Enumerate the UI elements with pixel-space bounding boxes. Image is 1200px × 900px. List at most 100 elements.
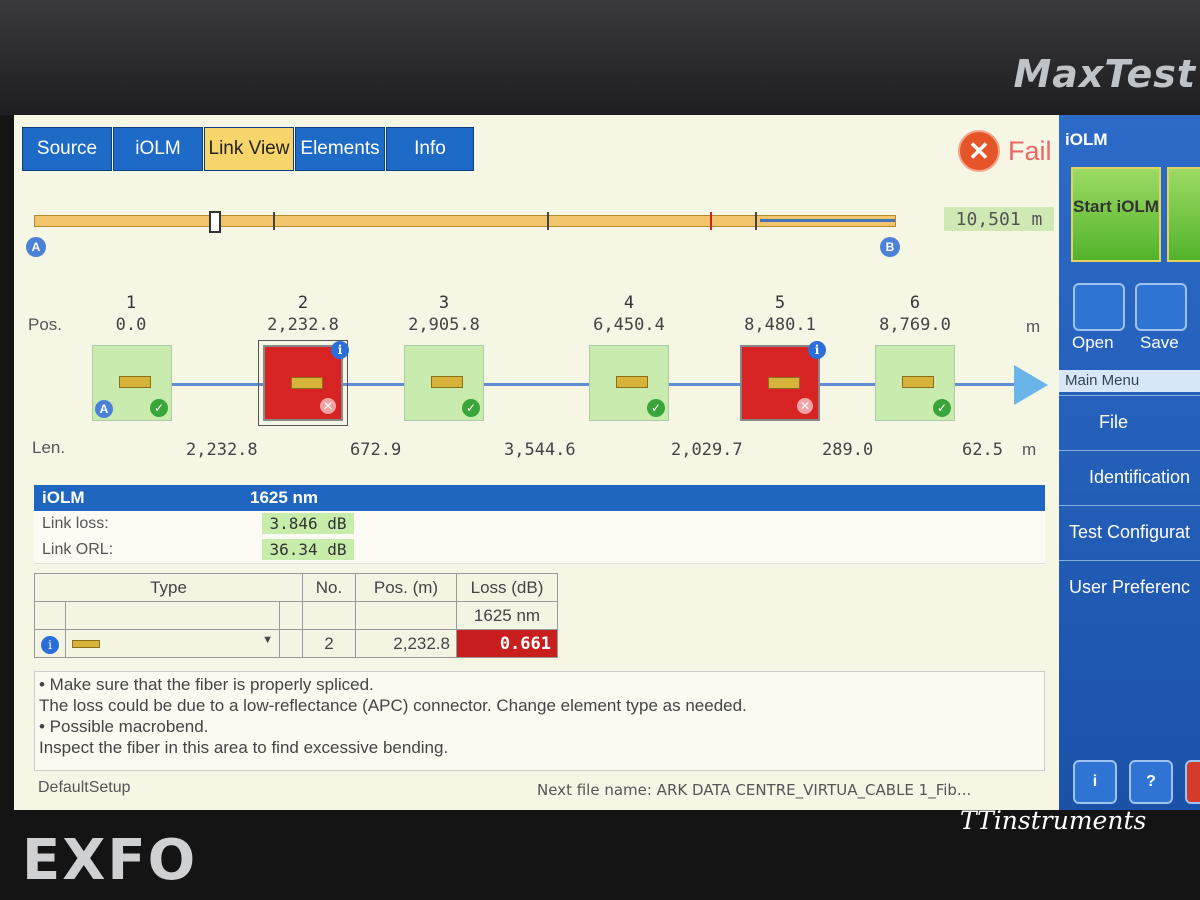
element-table: Type No. Pos. (m) Loss (dB) 1625 nm i ▼ … [34,573,558,658]
point-a-icon: A [26,237,46,257]
overview-cursor[interactable] [209,211,221,233]
menu-user-preferences[interactable]: User Preferenc [1059,560,1200,613]
info-icon[interactable]: i [331,341,349,359]
section-length: 2,029.7 [671,440,743,460]
len-unit: m [1022,440,1037,459]
row-no: 2 [302,629,356,658]
close-icon[interactable] [1185,760,1200,804]
row-loss: 0.661 [456,629,558,658]
main-panel: Source iOLM Link View Elements Info ✕ Fa… [14,115,1059,810]
folder-open-icon[interactable] [1073,283,1125,331]
element-number: 5 [774,293,786,313]
element-number: 2 [297,293,309,313]
element-2[interactable]: i ✕ [258,340,349,426]
save-disk-icon[interactable] [1135,283,1187,331]
help-icon[interactable]: ? [1129,760,1173,804]
point-a-icon: A [95,400,113,418]
element-type-select[interactable]: ▼ [65,629,280,658]
pass-icon: ✓ [462,399,480,417]
summary-header: iOLM 1625 nm [34,485,1045,511]
section-length: 289.0 [822,440,874,460]
splice-icon [768,377,800,389]
chevron-down-icon: ▼ [262,633,273,646]
info-icon[interactable]: i [1073,760,1117,804]
element-number: 1 [125,293,137,313]
pass-icon: ✓ [647,399,665,417]
menu-identification[interactable]: Identification [1059,450,1200,503]
link-loss-row: Link loss: 3.846 dB [34,511,1045,538]
point-b-icon: B [880,237,900,257]
fail-label: Fail [1008,135,1052,166]
open-label: Open [1072,333,1114,352]
splice-icon [431,376,463,388]
summary-title: iOLM [42,488,85,507]
screen: Source iOLM Link View Elements Info ✕ Fa… [14,115,1200,810]
tab-source[interactable]: Source [22,127,112,171]
element-position: 6,450.4 [593,315,665,335]
col-wavelength: 1625 nm [456,601,558,630]
element-number: 4 [623,293,635,313]
splice-icon [291,377,323,389]
element-4[interactable]: ✓ [589,345,669,421]
tab-elements[interactable]: Elements [295,127,385,171]
row-pos: 2,232.8 [355,629,457,658]
message-line: The loss could be due to a low-reflectan… [39,696,747,715]
element-position: 8,769.0 [879,315,951,335]
setup-name: DefaultSetup [38,779,131,796]
secondary-button[interactable] [1167,167,1200,262]
total-length: 10,501 m [944,207,1054,231]
info-icon[interactable]: i [808,341,826,359]
start-iolm-button[interactable]: Start iOLM [1071,167,1161,262]
element-5[interactable]: i ✕ [740,341,826,421]
overview-marker [710,212,712,230]
tab-iolm[interactable]: iOLM [113,127,203,171]
tab-info[interactable]: Info [386,127,474,171]
splice-icon [616,376,648,388]
element-position: 2,905.8 [408,315,480,335]
fail-status: ✕ Fail [958,130,1052,172]
brand-logo: MaxTest [1013,52,1196,96]
col-no: No. [302,573,356,602]
element-position: 0.0 [115,315,147,335]
pass-icon: ✓ [933,399,951,417]
fiber-end-arrow-icon [1014,365,1048,405]
fail-mark-icon: ✕ [320,398,336,414]
section-length: 2,232.8 [186,440,258,460]
element-position: 8,480.1 [744,315,816,335]
overview-marker [547,212,549,230]
table-row[interactable]: i ▼ 2 2,232.8 0.661 [34,629,558,658]
overview-bar[interactable] [34,211,896,233]
element-3[interactable]: ✓ [404,345,484,421]
info-icon[interactable]: i [34,629,66,658]
next-file-name: Next file name: ARK DATA CENTRE_VIRTUA_C… [537,781,972,799]
watermark: TTinstruments [960,806,1147,835]
link-loss-label: Link loss: [42,515,109,532]
overview-marker [755,212,757,230]
side-panel: iOLM Start iOLM Open Save Main Menu File… [1059,115,1200,810]
col-pos: Pos. (m) [355,573,457,602]
section-length: 3,544.6 [504,440,576,460]
tab-link-view[interactable]: Link View [204,127,294,171]
col-loss: Loss (dB) [456,573,558,602]
element-number: 3 [438,293,450,313]
len-label: Len. [32,438,66,457]
splice-icon [902,376,934,388]
summary-wavelength: 1625 nm [250,488,319,507]
maker-logo: EXFO [22,828,198,893]
link-orl-row: Link ORL: 36.34 dB [34,537,1045,564]
overview-end-segment [760,219,895,222]
element-1[interactable]: A ✓ [92,345,172,421]
diagnosis-messages: • Make sure that the fiber is properly s… [34,671,1045,771]
pass-icon: ✓ [150,399,168,417]
menu-file[interactable]: File [1059,395,1200,448]
message-line: • Possible macrobend. [39,717,209,736]
element-position: 2,232.8 [267,315,339,335]
pos-label: Pos. [28,315,63,334]
fail-icon: ✕ [958,130,1000,172]
section-length: 62.5 [962,440,1003,460]
link-orl-value: 36.34 dB [262,539,354,560]
save-label: Save [1140,333,1179,352]
overview-marker [273,212,275,230]
menu-test-configuration[interactable]: Test Configurat [1059,505,1200,558]
element-6[interactable]: ✓ [875,345,955,421]
